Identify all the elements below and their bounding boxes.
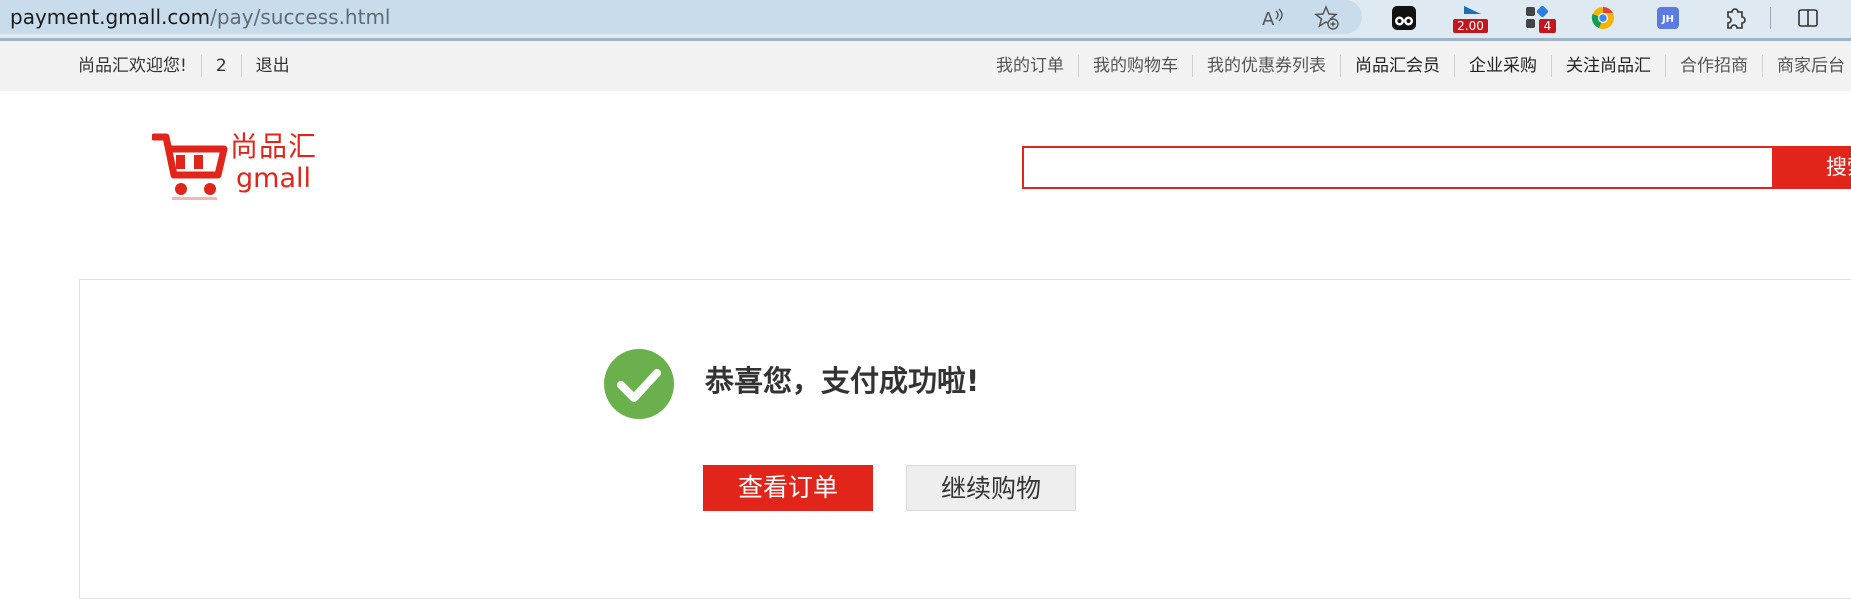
welcome-text: 尚品汇欢迎您! <box>78 55 202 77</box>
url-text[interactable]: payment.gmall.com/pay/success.html <box>10 6 391 28</box>
chrome-icon[interactable] <box>1589 4 1617 32</box>
toolbar-divider <box>1770 7 1771 29</box>
user-info: 尚品汇欢迎您! 2 退出 <box>78 41 304 91</box>
address-bar[interactable]: payment.gmall.com/pay/success.html A <box>0 0 1362 34</box>
shortcut-links: 我的订单 我的购物车 我的优惠券列表 尚品汇会员 企业采购 关注尚品汇 合作招商… <box>982 41 1851 91</box>
shopping-cart-icon <box>152 133 228 200</box>
my-coupons-link[interactable]: 我的优惠券列表 <box>1192 55 1340 77</box>
add-favorite-icon[interactable] <box>1314 5 1340 31</box>
cooperation-link[interactable]: 合作招商 <box>1665 55 1762 77</box>
search-button[interactable]: 搜索 <box>1772 146 1851 189</box>
search-bar: 搜索 <box>1022 146 1851 189</box>
continue-shopping-button[interactable]: 继续购物 <box>906 465 1076 511</box>
shortcut-bar: 尚品汇欢迎您! 2 退出 我的订单 我的购物车 我的优惠券列表 尚品汇会员 企业… <box>0 41 1851 91</box>
jh-extension-icon[interactable]: JH <box>1654 4 1682 32</box>
success-check-icon <box>604 349 674 419</box>
success-message: 恭喜您，支付成功啦! <box>705 364 980 398</box>
read-aloud-icon[interactable]: A <box>1260 5 1286 31</box>
site-logo[interactable]: 尚品汇 gmall <box>152 131 332 203</box>
extension-count-badge: 4 <box>1539 19 1556 33</box>
svg-text:A: A <box>1262 9 1275 30</box>
search-input[interactable] <box>1024 148 1771 187</box>
logo-chinese-text: 尚品汇 <box>230 130 318 163</box>
tampermonkey-icon[interactable] <box>1390 4 1418 32</box>
logo-english-text: gmall <box>236 163 311 194</box>
my-orders-link[interactable]: 我的订单 <box>982 55 1078 77</box>
success-panel <box>79 279 1851 599</box>
split-screen-icon[interactable] <box>1794 4 1822 32</box>
username[interactable]: 2 <box>202 55 242 77</box>
follow-link[interactable]: 关注尚品汇 <box>1551 55 1665 77</box>
view-order-button[interactable]: 查看订单 <box>703 465 873 511</box>
logout-link[interactable]: 退出 <box>242 55 304 77</box>
member-link[interactable]: 尚品汇会员 <box>1340 55 1454 77</box>
browser-toolbar: payment.gmall.com/pay/success.html A 2.0… <box>0 0 1851 41</box>
speed-badge: 2.00 <box>1453 19 1488 33</box>
merchant-backend-link[interactable]: 商家后台 <box>1762 55 1851 77</box>
enterprise-purchase-link[interactable]: 企业采购 <box>1454 55 1551 77</box>
puzzle-icon[interactable] <box>1721 4 1749 32</box>
jh-initials: JH <box>1661 14 1674 25</box>
url-host: payment.gmall.com <box>10 5 211 29</box>
url-path: /pay/success.html <box>210 5 391 29</box>
my-cart-link[interactable]: 我的购物车 <box>1078 55 1192 77</box>
